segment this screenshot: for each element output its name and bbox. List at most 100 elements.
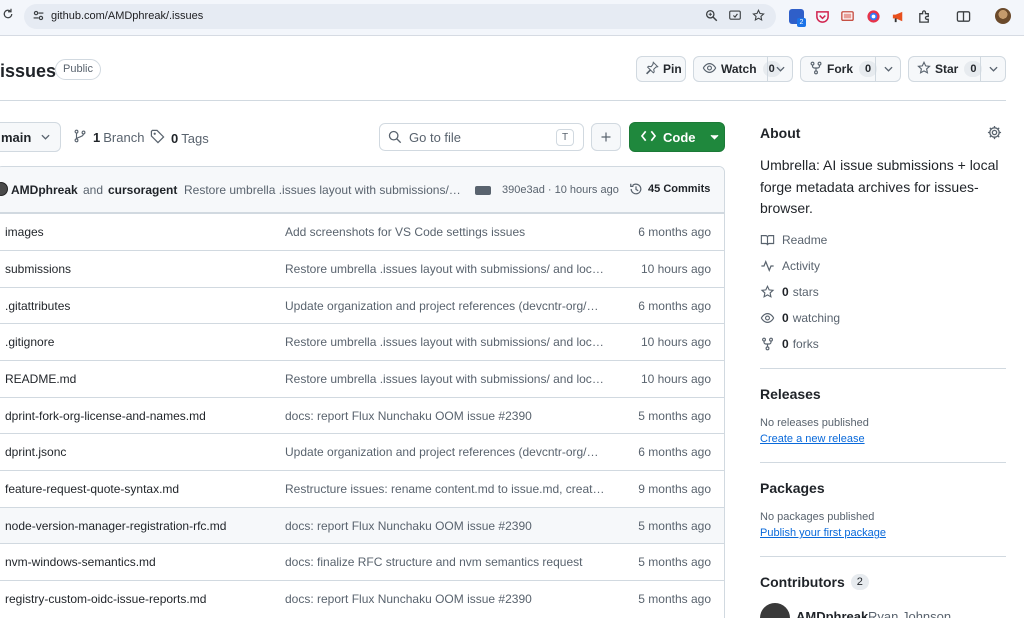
avatar[interactable] [760,603,790,618]
megaphone-icon[interactable] [891,9,906,24]
activity-link[interactable]: Activity [760,259,820,273]
eye-icon [760,313,775,323]
watch-label: Watch [721,62,757,76]
file-commit-message[interactable]: Update organization and project referenc… [285,299,605,313]
commit-and-text: and [83,183,104,197]
file-commit-message[interactable]: docs: report Flux Nunchaku OOM issue #23… [285,519,605,533]
file-name[interactable]: submissions [5,262,71,276]
url-text[interactable]: github.com/AMDphreak/.issues [51,10,203,22]
repo-name[interactable]: issues [0,61,56,82]
commit-coauthor[interactable]: cursoragent [108,183,177,197]
forks-link[interactable]: 0 forks [760,337,819,351]
star-label: Star [935,62,959,76]
watch-dropdown[interactable] [767,57,792,81]
file-commit-message[interactable]: Restore umbrella .issues layout with sub… [285,335,605,349]
table-row[interactable]: feature-request-quote-syntax.md Restruct… [0,470,724,507]
table-row[interactable]: .gitattributes Update organization and p… [0,287,724,324]
file-commit-message[interactable]: docs: finalize RFC structure and nvm sem… [285,555,605,569]
reload-icon[interactable] [2,8,16,26]
color-extension-icon[interactable] [866,9,881,24]
file-name[interactable]: dprint-fork-org-license-and-names.md [5,409,206,423]
commit-author[interactable]: AMDphreak [11,183,78,197]
file-commit-message[interactable]: docs: report Flux Nunchaku OOM issue #23… [285,409,605,423]
watch-button[interactable]: Watch 0 [693,56,793,82]
file-commit-message[interactable]: Add screenshots for VS Code settings iss… [285,225,605,239]
shortcut-hint: T [556,129,574,146]
file-name[interactable]: dprint.jsonc [5,445,66,459]
pin-button[interactable]: Pin [636,56,686,82]
repo-description: Umbrella: AI issue submissions + local f… [760,157,999,216]
file-age: 9 months ago [638,482,711,496]
go-to-file-input[interactable]: Go to file T [379,123,584,151]
file-name[interactable]: nvm-windows-semantics.md [5,555,156,569]
branch-selector[interactable]: main [0,122,61,152]
fork-button[interactable]: Fork 0 [800,56,901,82]
file-name[interactable]: README.md [5,372,76,386]
visibility-badge: Public [55,59,101,80]
latest-commit-row: AMDphreak and cursoragent Restore umbrel… [0,167,724,213]
gear-icon[interactable] [987,125,1002,143]
file-commit-message[interactable]: Restore umbrella .issues layout with sub… [285,372,605,386]
contributors-heading[interactable]: Contributors 2 [760,574,869,590]
table-row[interactable]: README.md Restore umbrella .issues layou… [0,360,724,397]
star-button[interactable]: Star 0 [908,56,1006,82]
extensions-puzzle-icon[interactable] [917,9,932,24]
file-age: 6 months ago [638,445,711,459]
chevron-down-icon [988,66,998,72]
profile-avatar[interactable] [995,8,1011,24]
file-name[interactable]: registry-custom-oidc-issue-reports.md [5,592,206,606]
pocket-icon[interactable] [815,9,830,24]
publish-package-link[interactable]: Publish your first package [760,527,886,539]
contributor-login[interactable]: AMDphreak [796,609,868,618]
tags-link[interactable]: 0 Tags [150,129,209,147]
stars-link[interactable]: 0 stars [760,285,819,299]
address-bar[interactable]: github.com/AMDphreak/.issues [24,4,776,29]
branches-link[interactable]: 1 Branch [73,129,144,146]
file-name[interactable]: .gitignore [5,335,54,349]
add-file-button[interactable] [591,123,621,151]
file-name[interactable]: feature-request-quote-syntax.md [5,482,179,496]
screen-extension-icon[interactable] [840,9,855,24]
table-row[interactable]: nvm-windows-semantics.md docs: finalize … [0,543,724,580]
file-commit-message[interactable]: Restructure issues: rename content.md to… [285,482,605,496]
file-age: 10 hours ago [640,372,711,386]
fork-icon [762,337,773,351]
table-row[interactable]: node-version-manager-registration-rfc.md… [0,507,724,544]
site-info-icon[interactable] [32,9,46,23]
file-name[interactable]: images [5,225,44,239]
commit-message[interactable]: Restore umbrella .issues layout with sub… [184,183,464,197]
table-row[interactable]: registry-custom-oidc-issue-reports.md do… [0,580,724,617]
commits-history-link[interactable]: 45 Commits [629,182,710,196]
bookmark-star-icon[interactable] [752,8,767,24]
sidebar-divider [760,368,1006,369]
side-panel-icon[interactable] [956,9,971,24]
file-age: 5 months ago [638,519,711,533]
create-release-link[interactable]: Create a new release [760,433,865,445]
file-commit-message[interactable]: Update organization and project referenc… [285,445,605,459]
extension-badge: 2 [797,18,806,27]
star-dropdown[interactable] [980,57,1005,81]
table-row[interactable]: dprint.jsonc Update organization and pro… [0,433,724,470]
packages-heading[interactable]: Packages [760,480,825,496]
code-button[interactable]: Code [629,122,725,152]
table-row[interactable]: submissions Restore umbrella .issues lay… [0,250,724,287]
file-commit-message[interactable]: Restore umbrella .issues layout with sub… [285,262,605,276]
fork-label: Fork [827,62,854,76]
table-row[interactable]: .gitignore Restore umbrella .issues layo… [0,323,724,360]
watching-link[interactable]: 0 watching [760,311,840,325]
expand-commit-ellipsis-icon[interactable] [475,186,491,195]
fork-dropdown[interactable] [875,57,900,81]
file-commit-message[interactable]: docs: report Flux Nunchaku OOM issue #23… [285,592,605,606]
avatar[interactable] [0,182,8,196]
cast-icon[interactable] [728,9,743,24]
releases-heading[interactable]: Releases [760,386,821,402]
code-icon [640,130,657,145]
commit-hash-time[interactable]: 390e3ad · 10 hours ago [502,184,619,196]
readme-link[interactable]: Readme [760,233,827,247]
zoom-icon[interactable] [705,9,720,24]
table-row[interactable]: dprint-fork-org-license-and-names.md doc… [0,397,724,434]
file-name[interactable]: node-version-manager-registration-rfc.md [5,519,226,533]
activity-label: Activity [782,259,821,273]
table-row[interactable]: images Add screenshots for VS Code setti… [0,213,724,250]
file-name[interactable]: .gitattributes [5,299,70,313]
